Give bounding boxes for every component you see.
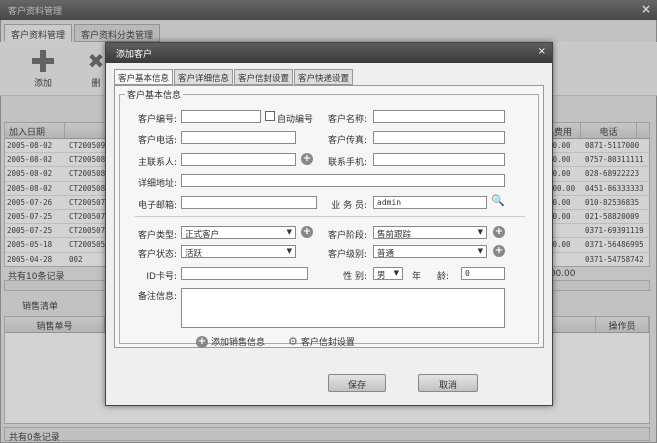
customer-status-value: 活跃	[185, 249, 203, 259]
customer-code-input[interactable]	[181, 110, 261, 123]
envelope-settings-label: 客户信封设置	[300, 338, 355, 348]
fieldset-legend: 客户基本信息	[125, 88, 184, 101]
mobile-input[interactable]	[373, 153, 505, 166]
add-contact-icon[interactable]: +	[301, 153, 313, 165]
envelope-settings-link[interactable]: ⚙ 客户信封设置	[288, 335, 355, 348]
customer-type-label: 客户类型:	[137, 231, 177, 241]
customer-status-select[interactable]: 活跃 ▼	[181, 245, 296, 259]
auto-code-label: 自动编号	[277, 115, 314, 125]
chevron-down-icon: ▼	[477, 247, 483, 255]
mobile-label: 联系手机:	[327, 158, 367, 168]
chevron-down-icon: ▼	[393, 269, 399, 277]
customer-level-value: 普通	[377, 249, 395, 259]
address-input[interactable]	[181, 174, 505, 187]
chevron-down-icon: ▼	[286, 228, 292, 236]
gender-value: 男	[377, 271, 386, 281]
customer-status-label: 客户状态:	[137, 250, 177, 260]
customer-name-label: 客户名称:	[327, 115, 367, 125]
customer-name-input[interactable]	[373, 110, 505, 123]
dialog-title: 添加客户	[116, 50, 153, 60]
salesman-input[interactable]: admin	[373, 196, 487, 209]
customer-fax-label: 客户传真:	[327, 136, 367, 146]
add-stage-icon[interactable]: +	[493, 226, 505, 238]
add-level-icon[interactable]: +	[493, 245, 505, 257]
customer-phone-input[interactable]	[181, 131, 296, 144]
auto-code-checkbox[interactable]	[265, 111, 275, 121]
add-sale-link[interactable]: + 添加销售信息	[196, 335, 265, 348]
email-label: 电子邮箱:	[137, 201, 177, 211]
gender-label: 性 别:	[343, 272, 367, 282]
divider	[135, 216, 525, 217]
dialog-close-icon[interactable]: ×	[538, 46, 546, 57]
chevron-down-icon: ▼	[477, 228, 483, 236]
customer-stage-value: 售前跟踪	[377, 230, 412, 240]
save-button[interactable]: 保存	[328, 374, 386, 392]
dialog-tabs: 客户基本信息 客户详细信息 客户信封设置 客户快递设置	[114, 69, 354, 85]
add-sale-label: 添加销售信息	[211, 338, 266, 348]
gender-select[interactable]: 男 ▼	[373, 267, 403, 281]
id-card-label: ID卡号:	[146, 272, 177, 282]
tab-detail-info[interactable]: 客户详细信息	[174, 69, 234, 85]
email-input[interactable]	[181, 196, 317, 209]
customer-level-select[interactable]: 普通 ▼	[373, 245, 487, 259]
tab-envelope-settings[interactable]: 客户信封设置	[234, 69, 294, 85]
remarks-label: 备注信息:	[137, 292, 177, 302]
remarks-textarea[interactable]	[181, 288, 505, 328]
id-card-input[interactable]	[181, 267, 308, 280]
search-icon[interactable]: 🔍	[491, 194, 505, 207]
contact-input[interactable]	[181, 153, 296, 166]
age-input[interactable]: 0	[461, 267, 505, 280]
year-label: 年	[412, 272, 422, 282]
customer-stage-label: 客户阶段:	[327, 231, 367, 241]
tab-express-settings[interactable]: 客户快递设置	[294, 69, 354, 85]
customer-fax-input[interactable]	[373, 131, 505, 144]
contact-label: 主联系人:	[137, 158, 177, 168]
customer-level-label: 客户级别:	[327, 250, 367, 260]
add-circle-icon: +	[196, 335, 208, 348]
address-label: 详细地址:	[137, 179, 177, 189]
add-customer-dialog: 添加客户 × 客户基本信息 客户详细信息 客户信封设置 客户快递设置 客户基本信…	[105, 42, 553, 406]
chevron-down-icon: ▼	[286, 247, 292, 255]
salesman-label: 业 务 员:	[331, 201, 367, 211]
basic-info-panel: 客户基本信息 客户编号: 自动编号 客户名称: 客户电话: 客户传真: 主联系人…	[114, 85, 544, 348]
customer-type-select[interactable]: 正式客户 ▼	[181, 226, 296, 240]
customer-stage-select[interactable]: 售前跟踪 ▼	[373, 226, 487, 240]
dialog-titlebar: 添加客户	[106, 43, 552, 63]
customer-code-label: 客户编号:	[137, 115, 177, 125]
add-type-icon[interactable]: +	[301, 226, 313, 238]
cancel-button[interactable]: 取消	[418, 374, 478, 392]
customer-phone-label: 客户电话:	[137, 136, 177, 146]
gear-icon: ⚙	[288, 335, 298, 348]
age-label: 龄:	[437, 272, 450, 282]
customer-type-value: 正式客户	[185, 230, 220, 240]
tab-basic-info[interactable]: 客户基本信息	[114, 69, 174, 85]
